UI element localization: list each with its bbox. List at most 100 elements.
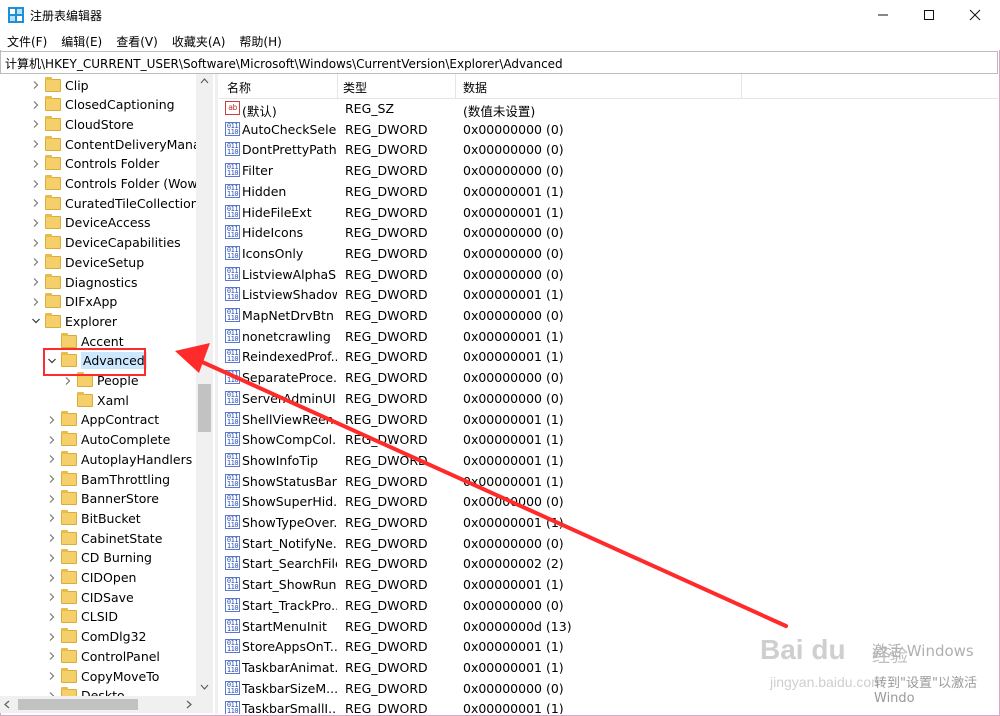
chevron-right-icon[interactable]	[30, 158, 42, 170]
tree-item[interactable]: AutoComplete	[46, 430, 170, 450]
value-row[interactable]: 011 110 ReindexedProf... REG_DWORD 0x000000…	[219, 346, 998, 366]
tree-item[interactable]: AppContract	[46, 410, 159, 430]
chevron-right-icon[interactable]	[46, 650, 58, 662]
tree-item[interactable]: Diagnostics	[30, 272, 138, 292]
value-row[interactable]: 011 110 ShowCompCol... REG_DWORD 0x00000001…	[219, 429, 998, 449]
column-divider[interactable]	[741, 74, 742, 98]
tree-item[interactable]: DeviceCapabilities	[30, 233, 181, 253]
value-row[interactable]: 011 110 ShowInfoTip REG_DWORD 0x00000001 (1…	[219, 450, 998, 470]
scroll-left-icon[interactable]	[0, 696, 14, 713]
tree-item[interactable]: ClosedCaptioning	[30, 95, 175, 115]
menu-help[interactable]: 帮助(H)	[232, 30, 288, 50]
tree-item[interactable]: DeviceAccess	[30, 213, 151, 233]
value-row[interactable]: 011 110 SeparateProce... REG_DWORD 0x000000…	[219, 367, 998, 387]
value-row[interactable]: 011 110 Start_TrackPro... REG_DWORD 0x00000…	[219, 595, 998, 615]
chevron-right-icon[interactable]	[46, 493, 58, 505]
tree-item[interactable]: BitBucket	[46, 508, 141, 528]
tree-item[interactable]: Xaml	[62, 390, 129, 410]
value-row[interactable]: ab (默认) REG_SZ (数值未设置)	[219, 98, 998, 119]
scroll-up-icon[interactable]	[196, 74, 213, 88]
column-header-name[interactable]: 名称	[227, 79, 251, 96]
value-row[interactable]: 011 110 ShowStatusBar REG_DWORD 0x00000001 …	[219, 471, 998, 491]
tree-item[interactable]: CIDSave	[46, 587, 134, 607]
value-row[interactable]: 011 110 Filter REG_DWORD 0x00000000 (0)	[219, 160, 998, 180]
tree-item[interactable]: CLSID	[46, 607, 118, 627]
chevron-down-icon[interactable]	[30, 315, 42, 327]
column-header-data[interactable]: 数据	[463, 79, 487, 96]
tree-item[interactable]: CIDOpen	[46, 568, 136, 588]
value-row[interactable]: 011 110 StartMenuInit REG_DWORD 0x0000000d …	[219, 616, 998, 636]
chevron-right-icon[interactable]	[30, 217, 42, 229]
tree-item[interactable]: CuratedTileCollections	[30, 193, 205, 213]
chevron-right-icon[interactable]	[46, 473, 58, 485]
tree-item[interactable]: AutoplayHandlers	[46, 449, 192, 469]
tree-item[interactable]: CopyMoveTo	[46, 666, 159, 686]
chevron-right-icon[interactable]	[46, 572, 58, 584]
chevron-right-icon[interactable]	[46, 631, 58, 643]
value-row[interactable]: 011 110 ShellViewReen... REG_DWORD 0x000000…	[219, 409, 998, 429]
value-row[interactable]: 011 110AutoCheckSelect REG_DWORD 0x0000000…	[219, 119, 998, 139]
tree-item[interactable]: Controls Folder (Wow6	[30, 174, 206, 194]
chevron-right-icon[interactable]	[30, 256, 42, 268]
value-row[interactable]: 011 110 nonetcrawling REG_DWORD 0x00000001 …	[219, 326, 998, 346]
value-row[interactable]: 011 110 ListviewShadow REG_DWORD 0x00000001…	[219, 284, 998, 304]
chevron-right-icon[interactable]	[46, 670, 58, 682]
tree-item[interactable]: Clip	[30, 75, 89, 95]
value-row[interactable]: 011 110ListviewAlphaS... REG_DWORD 0x00000…	[219, 264, 998, 284]
value-row[interactable]: 011 110 ShowSuperHid... REG_DWORD 0x0000000…	[219, 491, 998, 511]
value-row[interactable]: 011 110 ServerAdminUI REG_DWORD 0x00000000 …	[219, 388, 998, 408]
chevron-right-icon[interactable]	[46, 453, 58, 465]
tree-item[interactable]: CD Burning	[46, 548, 152, 568]
address-bar[interactable]: 计算机\HKEY_CURRENT_USER\Software\Microsoft…	[0, 51, 998, 74]
chevron-right-icon[interactable]	[30, 276, 42, 288]
chevron-right-icon[interactable]	[30, 178, 42, 190]
value-row[interactable]: 011 110 Hidden REG_DWORD 0x00000001 (1)	[219, 181, 998, 201]
value-row[interactable]: 011 110Start_SearchFiles REG_DWORD 0x00000…	[219, 553, 998, 573]
maximize-button[interactable]	[906, 0, 952, 30]
chevron-right-icon[interactable]	[30, 138, 42, 150]
tree-item[interactable]: Deskto	[46, 686, 125, 696]
tree-item[interactable]: CabinetState	[46, 528, 162, 548]
chevron-right-icon[interactable]	[46, 552, 58, 564]
tree-item[interactable]: ContentDeliveryManag	[30, 134, 209, 154]
minimize-button[interactable]	[860, 0, 906, 30]
value-row[interactable]: 011 110 IconsOnly REG_DWORD 0x00000000 (0)	[219, 243, 998, 263]
value-list[interactable]: 名称 类型 数据 ab (默认) REG_SZ (数值未设置) 011 110 AutoC…	[219, 74, 998, 714]
value-row[interactable]: 011 110 Start_ShowRun REG_DWORD 0x00000001 …	[219, 574, 998, 594]
chevron-right-icon[interactable]	[46, 611, 58, 623]
close-button[interactable]	[952, 0, 998, 30]
chevron-right-icon[interactable]	[46, 512, 58, 524]
menu-favorites[interactable]: 收藏夹(A)	[165, 30, 233, 50]
chevron-right-icon[interactable]	[46, 434, 58, 446]
scroll-right-icon[interactable]	[182, 696, 196, 713]
tree-item[interactable]: Explorer	[30, 311, 117, 331]
menu-edit[interactable]: 编辑(E)	[54, 30, 109, 50]
pane-splitter[interactable]	[215, 74, 218, 714]
tree-item[interactable]: ControlPanel	[46, 646, 160, 666]
chevron-right-icon[interactable]	[30, 197, 42, 209]
tree-item[interactable]: ComDlg32	[46, 627, 147, 647]
chevron-right-icon[interactable]	[30, 99, 42, 111]
chevron-right-icon[interactable]	[46, 414, 58, 426]
value-row[interactable]: 011 110 HideIcons REG_DWORD 0x00000000 (0)	[219, 222, 998, 242]
chevron-right-icon[interactable]	[46, 591, 58, 603]
chevron-right-icon[interactable]	[30, 296, 42, 308]
tree-hscroll-thumb[interactable]	[18, 699, 138, 710]
tree-item[interactable]: Controls Folder	[30, 154, 159, 174]
value-row[interactable]: 011 110 ShowTypeOver... REG_DWORD 0x0000000…	[219, 512, 998, 532]
tree-item[interactable]: CloudStore	[30, 114, 134, 134]
menu-view[interactable]: 查看(V)	[109, 30, 165, 50]
chevron-right-icon[interactable]	[30, 237, 42, 249]
column-divider[interactable]	[455, 74, 456, 98]
value-row[interactable]: 011 110 Start_NotifyNe... REG_DWORD 0x00000…	[219, 533, 998, 553]
menu-file[interactable]: 文件(F)	[0, 30, 54, 50]
chevron-right-icon[interactable]	[30, 79, 42, 91]
chevron-right-icon[interactable]	[30, 118, 42, 130]
tree-item[interactable]: BannerStore	[46, 489, 159, 509]
scroll-down-icon[interactable]	[196, 680, 213, 694]
column-header-type[interactable]: 类型	[343, 79, 367, 96]
tree-item[interactable]: DIFxApp	[30, 292, 117, 312]
value-row[interactable]: 011 110 HideFileExt REG_DWORD 0x00000001 (1…	[219, 202, 998, 222]
tree-scroll-thumb[interactable]	[198, 384, 211, 432]
tree-item[interactable]: BamThrottling	[46, 469, 170, 489]
